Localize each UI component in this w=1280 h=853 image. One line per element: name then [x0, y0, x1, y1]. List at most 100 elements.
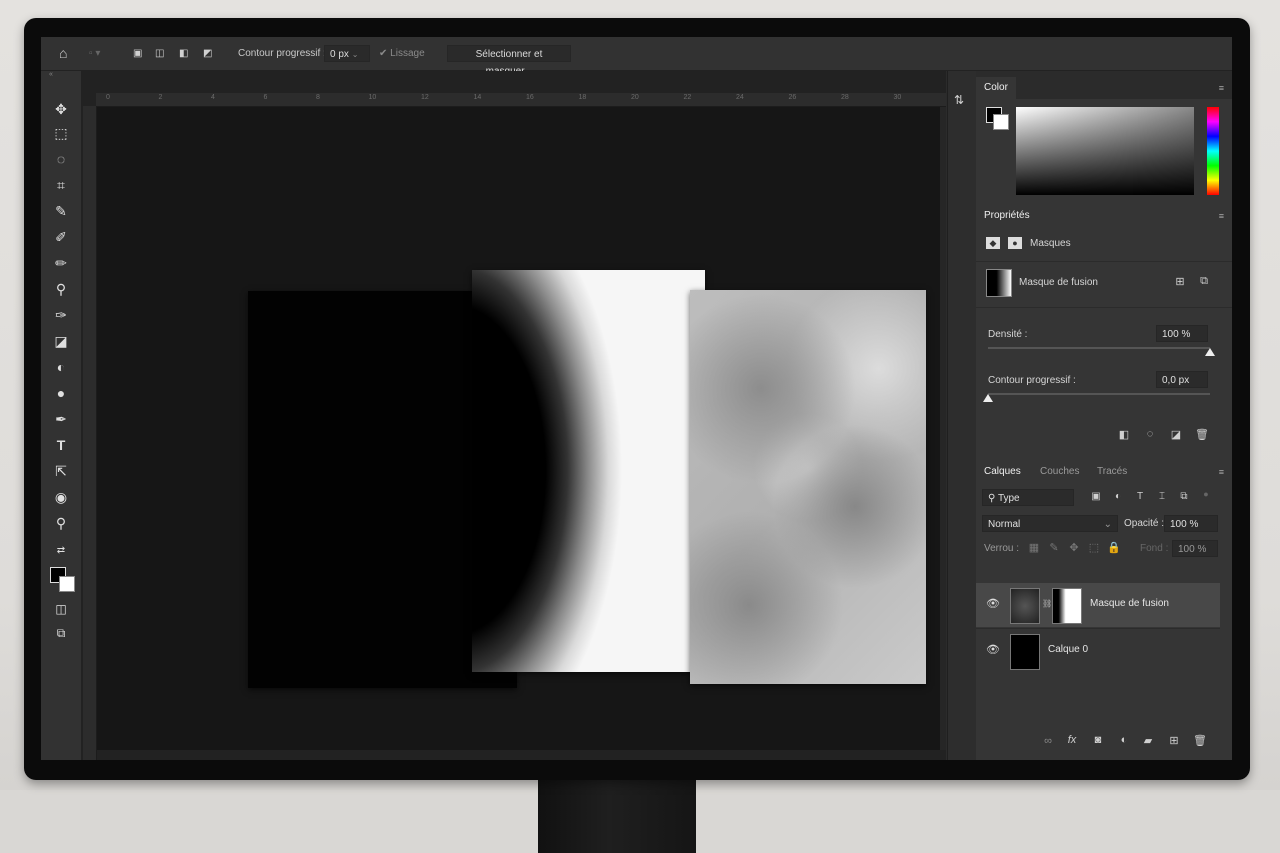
filter-type-icon[interactable]: T	[1132, 491, 1148, 502]
filter-pixel-icon[interactable]: ▣	[1088, 491, 1104, 502]
feather-prop-input[interactable]: 0,0 px	[1156, 371, 1208, 388]
apply-mask-icon[interactable]: ⧉	[1196, 275, 1212, 288]
density-slider-knob[interactable]	[1205, 348, 1215, 356]
monitor-stand	[538, 776, 696, 853]
link-layers-icon[interactable]: ∞	[1040, 735, 1056, 747]
marquee-tool-icon[interactable]: ⬚	[50, 123, 72, 143]
crop-tool-icon[interactable]: ⌗	[50, 175, 72, 195]
adjustments-icon[interactable]: ⇅	[954, 93, 964, 107]
feather-slider-track[interactable]	[988, 393, 1210, 395]
zoom-tool-icon[interactable]: ⚲	[50, 513, 72, 533]
eyedropper-tool-icon[interactable]: ✎	[50, 201, 72, 221]
filter-toggle-icon[interactable]: ●	[1198, 489, 1214, 499]
ruler-tick-label: 0	[106, 94, 110, 101]
density-input[interactable]: 100 %	[1156, 325, 1208, 342]
visibility-eye-icon[interactable]: 👁	[986, 597, 1000, 610]
adjustment-layer-icon[interactable]: ◐	[1116, 734, 1132, 746]
layer-row-calque-0[interactable]: 👁 Calque 0	[976, 628, 1220, 673]
delete-mask-icon[interactable]: 🗑	[1194, 428, 1210, 441]
color-field[interactable]	[1016, 107, 1194, 195]
disable-mask-icon[interactable]: ◪	[1168, 428, 1184, 441]
color-bg-swatch[interactable]	[993, 114, 1009, 130]
history-brush-tool-icon[interactable]: ✑	[50, 305, 72, 325]
smoothing-label: Lissage	[390, 48, 425, 59]
panel-menu-icon[interactable]: ≡	[1219, 211, 1224, 221]
feather-input[interactable]: 0 px ⌄	[324, 45, 370, 62]
tab-layers[interactable]: Calques	[976, 461, 1029, 483]
properties-panel: ◆ ● Masques Masque de fusion ⊞ ⧉ Densité…	[976, 227, 1232, 491]
home-icon[interactable]: ⌂	[59, 45, 67, 62]
blur-tool-icon[interactable]: ●	[50, 383, 72, 403]
brush-tool-icon[interactable]: ✏	[50, 253, 72, 273]
lock-transparency-icon[interactable]: ▦	[1026, 541, 1042, 554]
layer-name[interactable]: Masque de fusion	[1090, 598, 1169, 609]
filter-smart-object-icon[interactable]: ⧉	[1176, 491, 1192, 502]
path-selection-tool-icon[interactable]: ⇱	[50, 461, 72, 481]
collapse-icon[interactable]: «	[49, 71, 53, 78]
visibility-eye-icon[interactable]: 👁	[986, 643, 1000, 656]
tab-properties[interactable]: Propriétés	[976, 205, 1038, 227]
feather-slider-knob[interactable]	[983, 394, 993, 402]
move-tool-icon[interactable]: ✥	[50, 99, 72, 119]
load-selection-icon[interactable]: ◧	[1116, 428, 1132, 441]
link-icon[interactable]: ⛓	[1042, 599, 1052, 608]
lock-pixels-icon[interactable]: ✎	[1046, 541, 1062, 554]
hue-slider[interactable]	[1207, 107, 1219, 195]
select-and-mask-button[interactable]: Sélectionner et masquer...	[447, 45, 571, 77]
pixel-mask-icon[interactable]: ◆	[986, 237, 1000, 249]
delete-layer-icon[interactable]: 🗑	[1192, 734, 1208, 747]
new-selection-icon[interactable]: ▣	[133, 45, 142, 62]
lock-all-icon[interactable]: 🔒	[1106, 541, 1122, 554]
lock-position-icon[interactable]: ✥	[1066, 541, 1082, 554]
blend-mode-select[interactable]: Normal ⌄	[982, 515, 1118, 532]
layer-row-fusion-mask[interactable]: 👁 ⛓ Masque de fusion	[976, 583, 1220, 627]
panel-menu-icon[interactable]: ≡	[1219, 83, 1224, 93]
add-mask-icon[interactable]: ◙	[1090, 734, 1106, 746]
layer-thumbnail	[1010, 588, 1040, 624]
select-mask-icon[interactable]: ⊞	[1172, 275, 1188, 288]
gradient-tool-icon[interactable]: ◐	[50, 357, 72, 377]
type-tool-icon[interactable]: T	[50, 435, 72, 455]
ruler-tick-label: 6	[263, 94, 268, 101]
lasso-tool-icon[interactable]: ◌	[50, 149, 72, 169]
density-slider-track[interactable]	[988, 347, 1210, 349]
panel-menu-icon[interactable]: ≡	[1219, 467, 1224, 477]
pen-tool-icon[interactable]: ✒	[50, 409, 72, 429]
background-color-swatch[interactable]	[59, 576, 75, 592]
filter-adjustment-icon[interactable]: ◐	[1110, 491, 1126, 502]
screen-mode-icon[interactable]: ⧉	[50, 623, 72, 643]
add-selection-icon[interactable]: ◫	[155, 45, 164, 62]
fx-icon[interactable]: fx	[1064, 734, 1080, 746]
new-layer-icon[interactable]: ⊞	[1166, 734, 1182, 747]
layer-name[interactable]: Calque 0	[1048, 644, 1088, 655]
image-canvas[interactable]	[97, 107, 940, 750]
lock-artboard-icon[interactable]: ⬚	[1086, 541, 1102, 554]
vector-mask-icon[interactable]: ●	[1008, 237, 1022, 249]
tab-channels[interactable]: Couches	[1032, 461, 1087, 483]
vertical-scrollbar[interactable]	[940, 107, 946, 750]
shape-tool-icon[interactable]: ◉	[50, 487, 72, 507]
quick-mask-icon[interactable]: ◫	[50, 599, 72, 619]
smoothing-checkbox[interactable]: ✔ Lissage	[379, 45, 425, 62]
layer-mask-thumbnail[interactable]	[1052, 588, 1082, 624]
ruler-tick-label: 20	[631, 94, 639, 101]
tool-preset-picker[interactable]: ▫ ▾	[89, 45, 100, 62]
divider	[976, 261, 1232, 262]
layer-filter-select[interactable]: ⚲ Type	[982, 489, 1074, 506]
new-group-icon[interactable]: ▰	[1140, 734, 1156, 747]
apply-mask-footer-icon[interactable]: ◌	[1142, 428, 1158, 440]
healing-brush-tool-icon[interactable]: ✐	[50, 227, 72, 247]
intersect-selection-icon[interactable]: ◩	[203, 45, 212, 62]
density-label: Densité :	[988, 329, 1028, 340]
tab-color[interactable]: Color	[976, 77, 1016, 99]
mask-name: Masque de fusion	[1019, 277, 1098, 288]
swap-colors-icon[interactable]: ⇄	[50, 541, 72, 561]
opacity-input[interactable]: 100 %	[1164, 515, 1218, 532]
eraser-tool-icon[interactable]: ◪	[50, 331, 72, 351]
right-panels: Color ≡ Propriétés ≡ ◆ ● Masques Masque …	[976, 77, 1232, 760]
tab-paths[interactable]: Tracés	[1089, 461, 1135, 483]
subtract-selection-icon[interactable]: ◧	[179, 45, 188, 62]
clone-stamp-tool-icon[interactable]: ⚲	[50, 279, 72, 299]
filter-shape-icon[interactable]: ⌶	[1154, 491, 1170, 502]
fill-input[interactable]: 100 %	[1172, 540, 1218, 557]
